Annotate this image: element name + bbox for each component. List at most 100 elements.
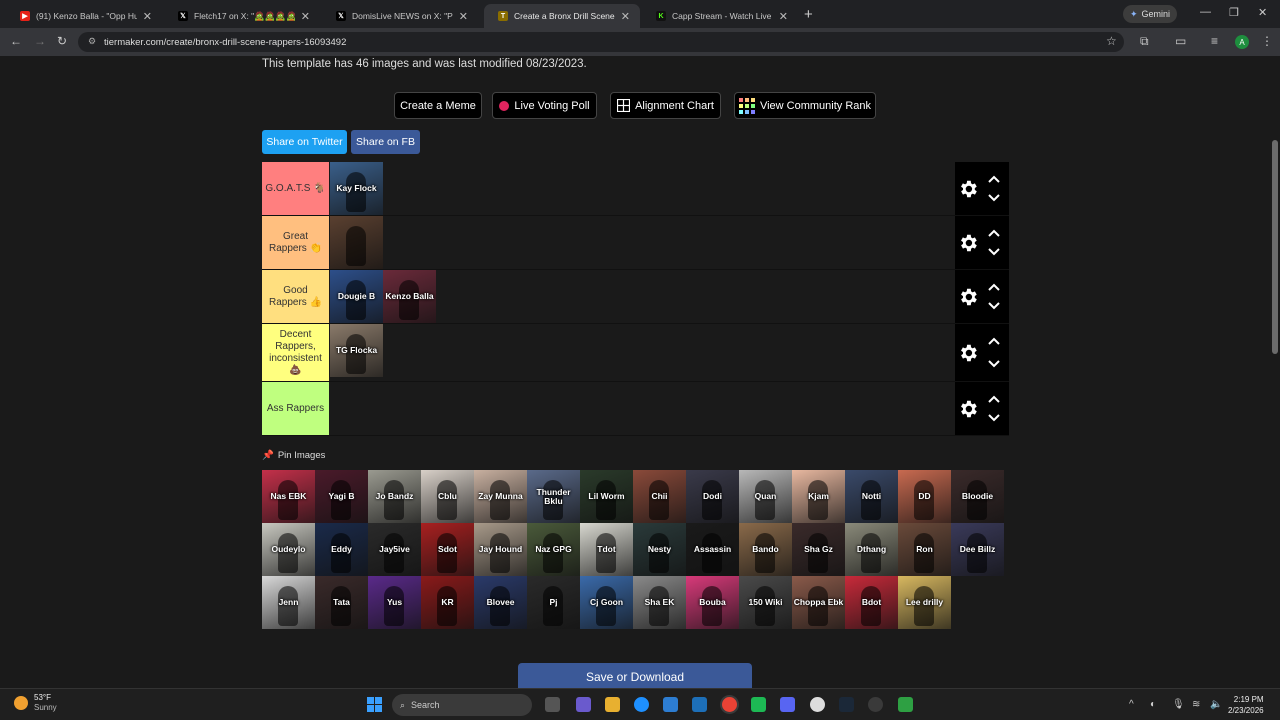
rapper-image[interactable]: Zay Munna xyxy=(474,470,527,523)
rapper-image[interactable]: TG Flocka xyxy=(330,324,383,377)
rapper-image[interactable]: 150 Wiki xyxy=(739,576,792,629)
alignment-chart-button[interactable]: Alignment Chart xyxy=(610,92,721,119)
tier-label[interactable]: Ass Rappers xyxy=(262,382,329,435)
taskbar-search[interactable]: ⌕ Search xyxy=(392,694,532,716)
rapper-image[interactable]: Thunder Bklu xyxy=(527,470,580,523)
rapper-image[interactable]: Yagi B xyxy=(315,470,368,523)
gear-icon[interactable] xyxy=(957,342,979,364)
rapper-image[interactable]: Notti xyxy=(845,470,898,523)
file-explorer-icon[interactable] xyxy=(605,697,620,712)
volume-icon[interactable]: 🔈 xyxy=(1210,699,1222,710)
rapper-image[interactable]: Blovee xyxy=(474,576,527,629)
rapper-image[interactable]: Cblu xyxy=(421,470,474,523)
browser-tab[interactable]: K Capp Stream - Watch Live on K ✕ xyxy=(642,4,798,28)
rapper-image[interactable]: Kenzo Balla xyxy=(383,270,436,323)
share-fb-button[interactable]: Share on FB xyxy=(351,130,420,154)
rapper-image[interactable]: Nas EBK xyxy=(262,470,315,523)
tier-drop-zone[interactable]: TG Flocka xyxy=(330,324,383,381)
rapper-image[interactable]: Dee Billz xyxy=(951,523,1004,576)
close-tab-icon[interactable]: ✕ xyxy=(459,10,468,23)
chevron-down-icon[interactable] xyxy=(987,301,1001,311)
view-community-rank-button[interactable]: View Community Rank xyxy=(734,92,876,119)
rapper-image[interactable]: Naz GPG xyxy=(527,523,580,576)
rapper-image[interactable]: Dthang xyxy=(845,523,898,576)
mic-icon[interactable]: 🎙 xyxy=(1172,699,1185,710)
close-tab-icon[interactable]: ✕ xyxy=(779,10,788,23)
rapper-image[interactable]: Assassin xyxy=(686,523,739,576)
chevron-up-icon[interactable] xyxy=(987,282,1001,292)
rapper-image[interactable]: Jay5ive xyxy=(368,523,421,576)
rapper-image[interactable] xyxy=(330,216,383,269)
rapper-image[interactable]: Eddy xyxy=(315,523,368,576)
tier-label[interactable]: Good Rappers 👍 xyxy=(262,270,329,323)
rapper-image[interactable]: Bando xyxy=(739,523,792,576)
save-download-button[interactable]: Save or Download xyxy=(518,663,752,688)
close-window-icon[interactable]: ✕ xyxy=(1258,6,1267,19)
rapper-image[interactable]: Bouba xyxy=(686,576,739,629)
tier-label[interactable]: G.O.A.T.S 🐐 xyxy=(262,162,329,215)
profile-avatar[interactable]: A xyxy=(1235,35,1249,49)
store-icon[interactable] xyxy=(663,697,678,712)
gemini-button[interactable]: ✦ Gemini xyxy=(1123,5,1177,23)
app-icon[interactable] xyxy=(751,697,766,712)
chrome-icon[interactable] xyxy=(722,697,737,712)
widgets-icon[interactable] xyxy=(576,697,591,712)
media-icon[interactable]: ≡ xyxy=(1211,34,1218,48)
browser-tab[interactable]: ▶ (91) Kenzo Balla - "Opp Huntin ✕ xyxy=(6,4,162,28)
site-info-icon[interactable]: ⚙ xyxy=(88,36,96,47)
rapper-image[interactable]: Dougie B xyxy=(330,270,383,323)
app2-icon[interactable] xyxy=(810,697,825,712)
chevron-down-icon[interactable] xyxy=(987,359,1001,369)
page-scrollbar[interactable] xyxy=(1270,56,1280,688)
close-tab-icon[interactable]: ✕ xyxy=(621,10,630,23)
gear-icon[interactable] xyxy=(957,232,979,254)
rapper-image[interactable]: Oudeylo xyxy=(262,523,315,576)
rapper-image[interactable]: Cj Goon xyxy=(580,576,633,629)
rapper-image[interactable]: Pj xyxy=(527,576,580,629)
browser-tab[interactable]: 𝕏 Fletch17 on X: "🧟🧟🧟🧟 I g ✕ xyxy=(164,4,320,28)
rapper-image[interactable]: Sdot xyxy=(421,523,474,576)
browser-tab[interactable]: 𝕏 DomisLive NEWS on X: "Philly K ✕ xyxy=(322,4,478,28)
rapper-image[interactable]: Bdot xyxy=(845,576,898,629)
tier-label[interactable]: Great Rappers 👏 xyxy=(262,216,329,269)
bookmark-star-icon[interactable]: ☆ xyxy=(1106,34,1117,48)
new-tab-button[interactable]: + xyxy=(804,6,813,23)
steam-icon[interactable] xyxy=(839,697,854,712)
rapper-image[interactable]: Bloodie xyxy=(951,470,1004,523)
edge-icon[interactable] xyxy=(634,697,649,712)
chevron-up-icon[interactable] xyxy=(987,174,1001,184)
tray-app-icon[interactable]: ◐ xyxy=(1150,699,1156,710)
start-button[interactable] xyxy=(367,697,382,712)
mail-icon[interactable] xyxy=(692,697,707,712)
rapper-image[interactable]: KR xyxy=(421,576,474,629)
close-tab-icon[interactable]: ✕ xyxy=(143,10,152,23)
scrollbar-thumb[interactable] xyxy=(1272,140,1278,354)
rapper-image[interactable]: Tdot xyxy=(580,523,633,576)
rapper-image[interactable]: Kjam xyxy=(792,470,845,523)
rapper-image[interactable]: Yus xyxy=(368,576,421,629)
rapper-image[interactable]: Choppa Ebk xyxy=(792,576,845,629)
taskbar-clock[interactable]: 2:19 PM 2/23/2026 xyxy=(1228,694,1264,716)
rapper-image[interactable]: Jay Hound xyxy=(474,523,527,576)
tier-drop-zone[interactable]: Kay Flock xyxy=(330,162,383,215)
rapper-image[interactable]: DD xyxy=(898,470,951,523)
rapper-image[interactable]: Quan xyxy=(739,470,792,523)
extensions-icon[interactable]: ⧉ xyxy=(1140,34,1149,49)
rapper-image[interactable]: Dodi xyxy=(686,470,739,523)
weather-widget[interactable]: 53°F Sunny xyxy=(14,693,57,713)
forward-icon[interactable]: → xyxy=(34,34,46,48)
close-tab-icon[interactable]: ✕ xyxy=(301,10,310,23)
maximize-icon[interactable]: ❐ xyxy=(1229,6,1239,19)
chevron-down-icon[interactable] xyxy=(987,413,1001,423)
gear-icon[interactable] xyxy=(957,178,979,200)
minimize-icon[interactable]: — xyxy=(1200,6,1211,18)
rapper-image[interactable]: Jo Bandz xyxy=(368,470,421,523)
discord-icon[interactable] xyxy=(780,697,795,712)
rapper-image[interactable]: Jenn xyxy=(262,576,315,629)
live-voting-poll-button[interactable]: Live Voting Poll xyxy=(492,92,597,119)
chevron-down-icon[interactable] xyxy=(987,247,1001,257)
share-twitter-button[interactable]: Share on Twitter xyxy=(262,130,347,154)
gear-icon[interactable] xyxy=(957,286,979,308)
menu-kebab-icon[interactable]: ⋮ xyxy=(1261,34,1273,48)
rapper-image[interactable]: Lil Worm xyxy=(580,470,633,523)
